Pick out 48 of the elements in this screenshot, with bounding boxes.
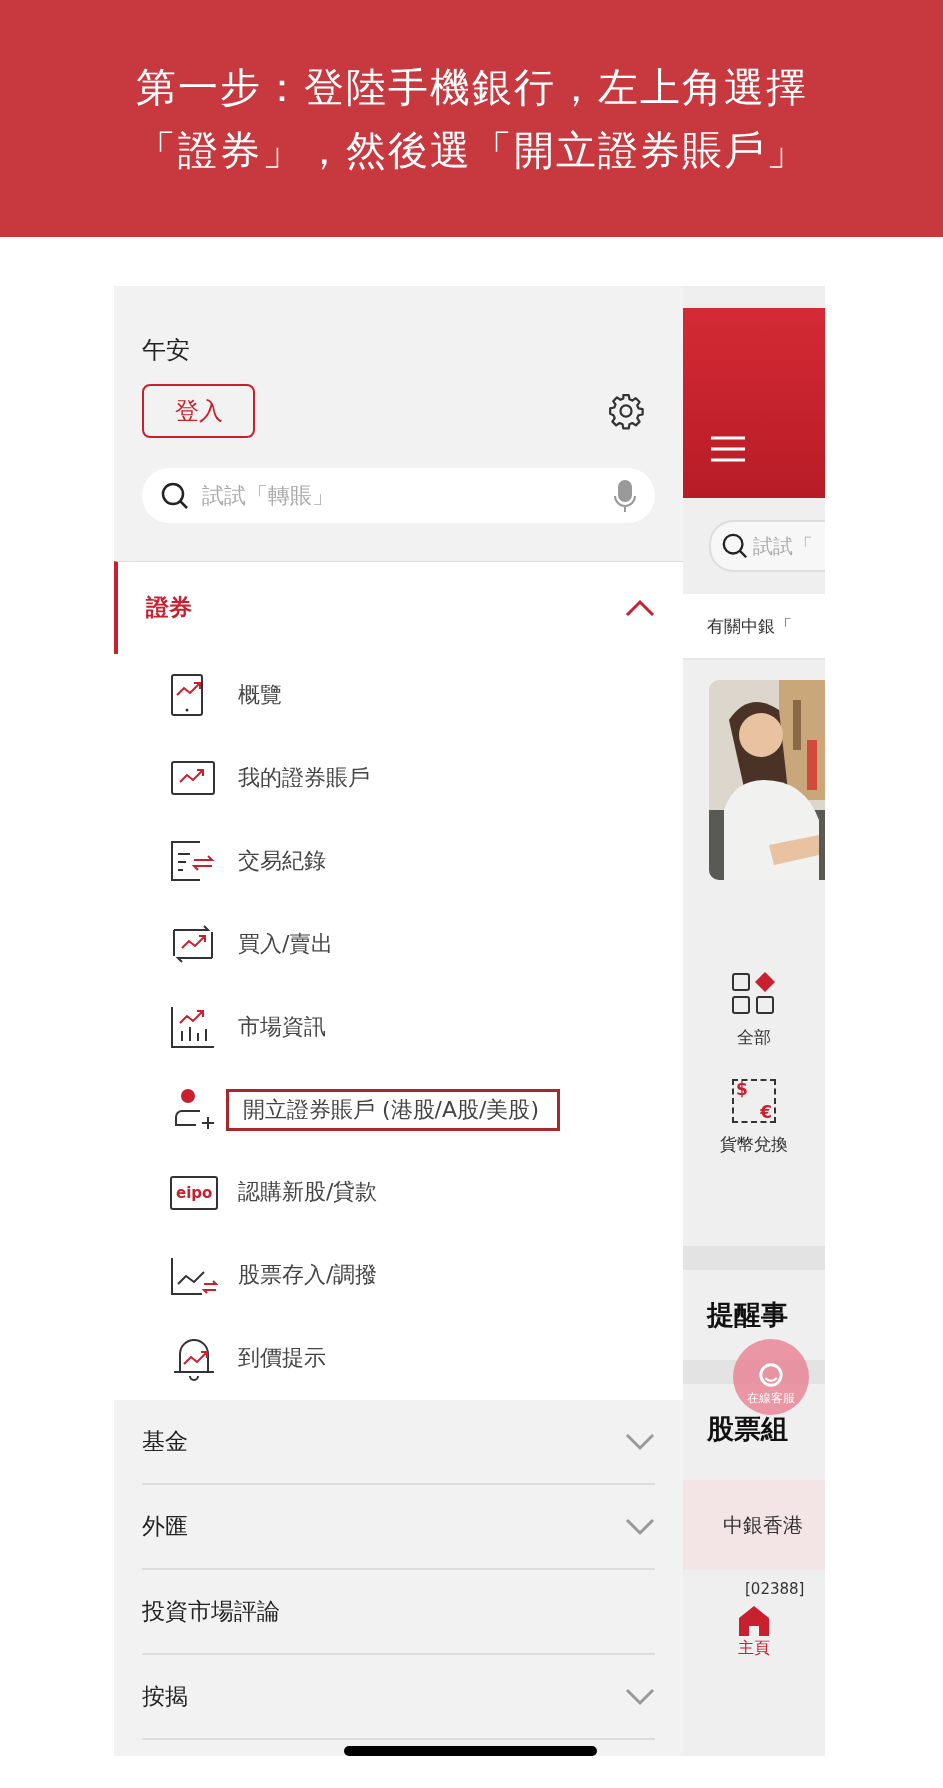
- bar-chart-icon: [170, 1004, 216, 1049]
- banner-text: 第一步：登陸手機銀行，左上角選擇: [135, 62, 808, 112]
- menu-item[interactable]: 買入/賣出: [238, 929, 334, 959]
- chevron-down-icon[interactable]: [625, 1517, 655, 1536]
- tablet-chart-icon: [170, 673, 204, 718]
- section-label: 證券: [146, 593, 192, 623]
- settings-icon[interactable]: [607, 392, 645, 430]
- menu-item[interactable]: 概覽: [238, 681, 282, 710]
- menu-item[interactable]: 基金: [142, 1426, 188, 1458]
- menu-item[interactable]: 到價提示: [238, 1344, 326, 1373]
- stock-code: [02388]: [744, 1580, 806, 1598]
- home-icon[interactable]: [737, 1604, 771, 1638]
- grid-icon[interactable]: [731, 972, 777, 1016]
- shortcut-label[interactable]: 全部: [737, 1026, 771, 1049]
- section-heading: 股票組: [707, 1413, 788, 1445]
- eipo-icon: eipo: [170, 1175, 219, 1210]
- menu-item[interactable]: 交易紀錄: [238, 846, 326, 876]
- menu-icon[interactable]: [711, 436, 745, 462]
- search-bar[interactable]: 試試「轉賬」: [142, 468, 655, 523]
- menu-item[interactable]: 市場資訊: [238, 1012, 326, 1042]
- greeting-text: 午安: [142, 335, 191, 366]
- search-input[interactable]: 試試「轉賬」: [200, 482, 603, 509]
- highlighted-menu-item[interactable]: 開立證券賬戶 (港股/A股/美股): [226, 1088, 560, 1132]
- chat-label: 在線客服: [747, 1390, 795, 1407]
- chart-icon: [170, 760, 216, 797]
- chevron-down-icon[interactable]: [625, 1687, 655, 1706]
- chevron-up-icon[interactable]: [625, 598, 655, 617]
- banner-text: 「證券」，然後選「開立證券賬戶」: [135, 125, 808, 175]
- search-placeholder: 試試「: [753, 532, 813, 560]
- chevron-down-icon[interactable]: [625, 1432, 655, 1451]
- search-icon: [160, 480, 190, 511]
- stock-transfer-icon: [170, 1255, 218, 1296]
- menu-item[interactable]: 我的證券賬戶: [238, 763, 370, 793]
- stock-card[interactable]: 中銀香港: [683, 1480, 825, 1570]
- menu-item[interactable]: 認購新股/貸款: [238, 1178, 378, 1208]
- search-icon: [721, 532, 749, 560]
- menu-item[interactable]: 按揭: [142, 1681, 188, 1713]
- section-heading: 提醒事: [707, 1299, 788, 1331]
- stock-name: 中銀香港: [723, 1511, 803, 1539]
- shortcut-label[interactable]: 貨幣兌換: [720, 1133, 788, 1156]
- currency-exchange-icon[interactable]: $ €: [732, 1079, 776, 1123]
- menu-item[interactable]: 投資市場評論: [142, 1596, 280, 1628]
- login-button[interactable]: 登入: [142, 384, 255, 438]
- nav-label[interactable]: 主頁: [738, 1638, 770, 1659]
- menu-item[interactable]: 股票存入/調撥: [238, 1261, 378, 1290]
- menu-item[interactable]: 外匯: [142, 1511, 188, 1543]
- microphone-icon[interactable]: [613, 477, 637, 514]
- document-transfer-icon: [170, 840, 216, 883]
